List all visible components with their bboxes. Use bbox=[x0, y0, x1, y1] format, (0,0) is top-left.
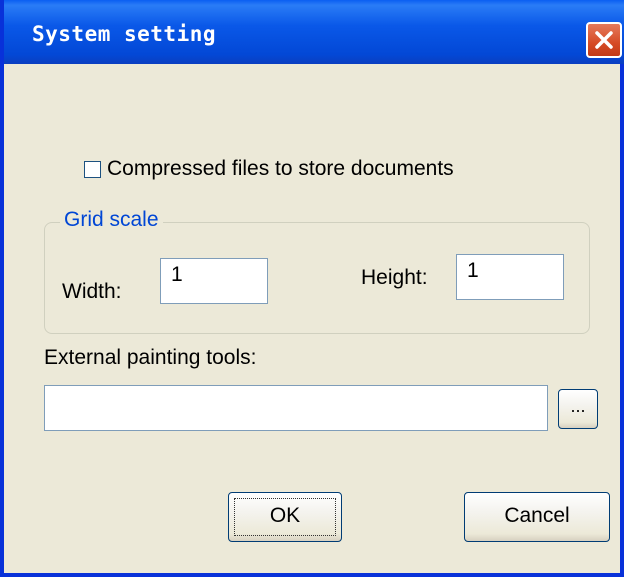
grid-scale-title: Grid scale bbox=[60, 208, 163, 232]
close-button[interactable] bbox=[586, 22, 622, 58]
window-title: System setting bbox=[32, 22, 217, 46]
close-x-icon bbox=[595, 31, 613, 49]
title-bar[interactable]: System setting bbox=[4, 0, 624, 64]
cancel-button[interactable]: Cancel bbox=[464, 492, 610, 542]
height-input[interactable]: 1 bbox=[456, 254, 564, 300]
compress-checkbox[interactable] bbox=[84, 160, 101, 178]
compress-label[interactable]: Compressed files to store documents bbox=[107, 157, 454, 181]
external-tools-path-input[interactable] bbox=[44, 385, 548, 431]
ok-button[interactable]: OK bbox=[228, 492, 342, 542]
system-setting-dialog: System setting Compressed files to store… bbox=[0, 0, 624, 577]
width-input[interactable]: 1 bbox=[160, 258, 268, 304]
compress-option[interactable]: Compressed files to store documents bbox=[84, 154, 454, 184]
external-tools-label: External painting tools: bbox=[44, 346, 257, 369]
height-label: Height: bbox=[361, 266, 428, 289]
browse-button[interactable]: ... bbox=[558, 389, 598, 429]
width-label: Width: bbox=[62, 280, 122, 303]
